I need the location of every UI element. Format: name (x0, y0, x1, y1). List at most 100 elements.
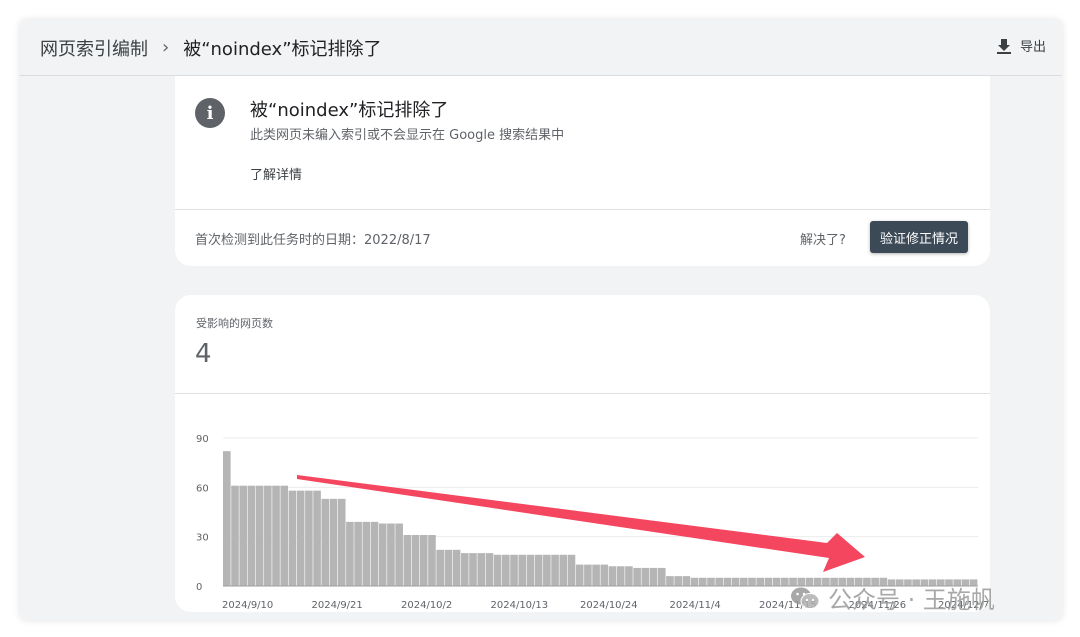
bar[interactable] (510, 554, 518, 586)
bar[interactable] (690, 577, 699, 586)
x-tick-label: 2024/9/10 (222, 600, 273, 611)
bar[interactable] (698, 577, 707, 586)
app-frame: 网页索引编制 › 被“noindex”标记排除了 导出 i 被“noindex”… (20, 20, 1062, 620)
bar[interactable] (272, 485, 280, 586)
learn-more-link[interactable]: 了解详情 (250, 164, 302, 183)
wechat-icon (791, 587, 820, 609)
bar[interactable] (223, 451, 231, 586)
bar[interactable] (551, 554, 559, 586)
bar[interactable] (641, 567, 650, 586)
bar[interactable] (682, 576, 691, 586)
x-tick-label: 2024/10/13 (491, 600, 549, 611)
bar[interactable] (600, 564, 609, 586)
bar[interactable] (740, 577, 748, 586)
bar[interactable] (477, 553, 486, 586)
bar[interactable] (362, 521, 371, 586)
download-icon (996, 38, 1011, 54)
bar[interactable] (781, 577, 789, 586)
bar[interactable] (354, 521, 362, 586)
divider (175, 209, 990, 210)
bar[interactable] (452, 549, 461, 586)
issue-subtitle: 此类网页未编入索引或不会显示在 Google 搜索结果中 (250, 128, 565, 143)
watermark: 公众号 · 王施帆 (790, 580, 995, 615)
bar[interactable] (748, 577, 756, 586)
bar[interactable] (526, 554, 535, 586)
bar[interactable] (502, 554, 510, 586)
y-tick-label: 90 (196, 434, 209, 445)
resolved-prompt: 解决了? (800, 233, 846, 248)
bar[interactable] (419, 535, 428, 586)
bar[interactable] (411, 535, 420, 586)
bar[interactable] (337, 498, 346, 586)
bar[interactable] (649, 567, 658, 586)
y-tick-label: 60 (196, 483, 209, 494)
info-icon: i (195, 98, 225, 128)
bar[interactable] (444, 549, 453, 586)
bar[interactable] (518, 554, 527, 586)
bar[interactable] (378, 523, 387, 586)
x-tick-label: 2024/10/2 (401, 600, 452, 611)
bar[interactable] (346, 521, 354, 586)
bar[interactable] (493, 554, 502, 586)
bar[interactable] (731, 577, 740, 586)
bar[interactable] (723, 577, 732, 586)
bar[interactable] (247, 485, 256, 586)
bar[interactable] (280, 485, 289, 586)
breadcrumb-current: 被“noindex”标记排除了 (183, 38, 382, 60)
watermark-text: 公众号 · 王施帆 (828, 586, 995, 614)
y-tick-label: 30 (196, 533, 209, 544)
bar[interactable] (485, 553, 494, 586)
bar[interactable] (543, 554, 551, 586)
bar[interactable] (534, 554, 543, 586)
bar[interactable] (666, 576, 674, 586)
bar[interactable] (756, 577, 765, 586)
export-button[interactable]: 导出 (996, 36, 1046, 55)
bar[interactable] (255, 485, 264, 586)
bar[interactable] (329, 498, 338, 586)
bar[interactable] (321, 498, 330, 586)
x-tick-label: 2024/11/4 (670, 600, 721, 611)
x-tick-label: 2024/9/21 (312, 600, 363, 611)
bar[interactable] (584, 564, 592, 586)
bar[interactable] (403, 535, 412, 586)
bar[interactable] (608, 566, 617, 586)
affected-pages-chart: 0 30 60 90 2024/9/10 2024/9/21 2024/10/2 2024/1… (196, 434, 989, 611)
bar[interactable] (625, 566, 633, 586)
bar[interactable] (395, 523, 403, 586)
issue-title: 被“noindex”标记排除了 (250, 100, 449, 121)
issue-card: i 被“noindex”标记排除了 此类网页未编入索引或不会显示在 Google… (175, 76, 990, 266)
affected-pages-card: 受影响的网页数 4 0 30 60 90 2024/9/10 2024/9/21 2024/… (175, 295, 990, 612)
bar[interactable] (387, 523, 395, 586)
bar[interactable] (715, 577, 723, 586)
bar[interactable] (436, 549, 444, 586)
bar[interactable] (231, 485, 239, 586)
bar[interactable] (764, 577, 773, 586)
bar[interactable] (264, 485, 272, 586)
bar[interactable] (707, 577, 715, 586)
bar[interactable] (305, 490, 313, 586)
first-detected-date: 首次检测到此任务时的日期：2022/8/17 (195, 233, 431, 248)
breadcrumb-parent[interactable]: 网页索引编制 (40, 35, 148, 61)
y-tick-label: 0 (196, 582, 202, 593)
bar[interactable] (575, 564, 584, 586)
bar[interactable] (657, 567, 666, 586)
bar[interactable] (567, 554, 576, 586)
bar[interactable] (772, 577, 781, 586)
bar[interactable] (674, 576, 682, 586)
bar[interactable] (296, 490, 305, 586)
bar[interactable] (370, 521, 379, 586)
bar[interactable] (428, 535, 436, 586)
bar[interactable] (313, 490, 321, 586)
bar[interactable] (460, 553, 469, 586)
page-header: 网页索引编制 › 被“noindex”标记排除了 导出 (20, 20, 1062, 76)
bar[interactable] (616, 566, 625, 586)
x-tick-label: 2024/10/24 (580, 600, 638, 611)
breadcrumb-separator: › (162, 37, 170, 58)
bar[interactable] (559, 554, 568, 586)
bar[interactable] (592, 564, 600, 586)
bar[interactable] (633, 567, 641, 586)
bar[interactable] (469, 553, 477, 586)
bar[interactable] (288, 490, 297, 586)
validate-fix-button[interactable]: 验证修正情况 (870, 221, 968, 253)
bar[interactable] (239, 485, 248, 586)
